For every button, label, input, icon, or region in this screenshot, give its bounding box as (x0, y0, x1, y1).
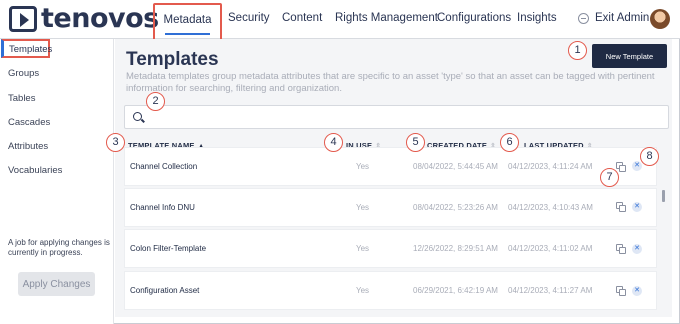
callout-badge-5: 5 (406, 133, 425, 152)
table-row[interactable]: Channel Info DNU Yes 08/04/2022, 5:23:26… (124, 188, 657, 227)
nav-tab-metadata-label: Metadata (163, 14, 212, 26)
scrollbar-thumb[interactable] (662, 190, 665, 202)
exit-admin-link[interactable]: Exit Admin (578, 12, 649, 24)
callout-badge-4: 4 (324, 133, 343, 152)
in-use-value: Yes (356, 162, 370, 171)
last-updated: 04/12/2023, 4:11:24 AM (508, 162, 593, 171)
last-updated: 04/12/2023, 4:10:43 AM (508, 203, 593, 212)
nav-tab-content[interactable]: Content (282, 12, 322, 24)
job-progress-note: A job for applying changes is currently … (8, 238, 110, 257)
in-use-value: Yes (356, 244, 370, 253)
nav-tab-rights-management[interactable]: Rights Management (335, 12, 438, 24)
table-row[interactable]: Configuration Asset Yes 06/29/2021, 6:42… (124, 271, 657, 310)
top-navigation-bar: tenovos Metadata Security Content Rights… (0, 0, 680, 41)
last-updated: 04/12/2023, 4:11:27 AM (508, 286, 593, 295)
callout-badge-6: 6 (500, 133, 519, 152)
search-icon (133, 112, 142, 121)
callout-badge-3: 3 (106, 133, 125, 152)
sidebar-item-vocabularies[interactable]: Vocabularies (8, 165, 62, 176)
nav-tab-configurations[interactable]: Configurations (437, 12, 511, 24)
sidebar-item-tables[interactable]: Tables (8, 93, 35, 104)
last-updated: 04/12/2023, 4:11:02 AM (508, 244, 593, 253)
close-icon[interactable]: ✕ (632, 286, 642, 296)
table-row[interactable]: Channel Collection Yes 08/04/2022, 5:44:… (124, 147, 657, 186)
active-tab-underline (165, 33, 210, 35)
callout-badge-1: 1 (568, 41, 587, 60)
sidebar-item-label: Templates (9, 44, 53, 55)
template-name: Colon Filter-Template (130, 244, 207, 253)
copy-icon[interactable] (616, 286, 626, 296)
copy-icon[interactable] (616, 244, 626, 254)
template-name: Configuration Asset (130, 286, 200, 295)
apply-changes-button[interactable]: Apply Changes (18, 272, 95, 296)
callout-badge-2: 2 (146, 92, 165, 111)
sidebar-item-templates[interactable]: Templates (1, 39, 53, 58)
scrollbar-track[interactable] (661, 148, 666, 308)
in-use-value: Yes (356, 286, 370, 295)
nav-tab-insights[interactable]: Insights (517, 12, 557, 24)
tenovos-logo[interactable]: tenovos (9, 4, 159, 34)
table-row[interactable]: Colon Filter-Template Yes 12/26/2022, 8:… (124, 229, 657, 268)
template-name: Channel Collection (130, 162, 198, 171)
new-template-button[interactable]: New Template (592, 44, 667, 68)
template-name: Channel Info DNU (130, 203, 195, 212)
page-description: Metadata templates group metadata attrib… (126, 71, 655, 94)
nav-tab-metadata[interactable]: Metadata (153, 3, 222, 41)
exit-icon (578, 12, 589, 24)
close-icon[interactable]: ✕ (632, 161, 642, 171)
created-date: 12/26/2022, 8:29:51 AM (413, 244, 498, 253)
search-box (124, 105, 669, 129)
close-icon[interactable]: ✕ (632, 202, 642, 212)
logo-play-icon (9, 6, 37, 32)
sidebar-item-cascades[interactable]: Cascades (8, 117, 50, 128)
copy-icon[interactable] (616, 162, 626, 172)
created-date: 06/29/2021, 6:42:19 AM (413, 286, 498, 295)
callout-badge-8: 8 (640, 147, 659, 166)
close-icon[interactable]: ✕ (632, 244, 642, 254)
copy-icon[interactable] (616, 202, 626, 212)
sidebar-item-groups[interactable]: Groups (8, 68, 39, 79)
page-title: Templates (126, 49, 219, 70)
search-input[interactable] (149, 109, 649, 125)
user-avatar[interactable] (650, 9, 670, 29)
created-date: 08/04/2022, 5:44:45 AM (413, 162, 498, 171)
callout-badge-7: 7 (600, 168, 619, 187)
created-date: 08/04/2022, 5:23:26 AM (413, 203, 498, 212)
in-use-value: Yes (356, 203, 370, 212)
nav-tab-security[interactable]: Security (228, 12, 270, 24)
sidebar-item-attributes[interactable]: Attributes (8, 141, 48, 152)
brand-name: tenovos (41, 3, 159, 34)
exit-admin-label: Exit Admin (595, 12, 650, 24)
